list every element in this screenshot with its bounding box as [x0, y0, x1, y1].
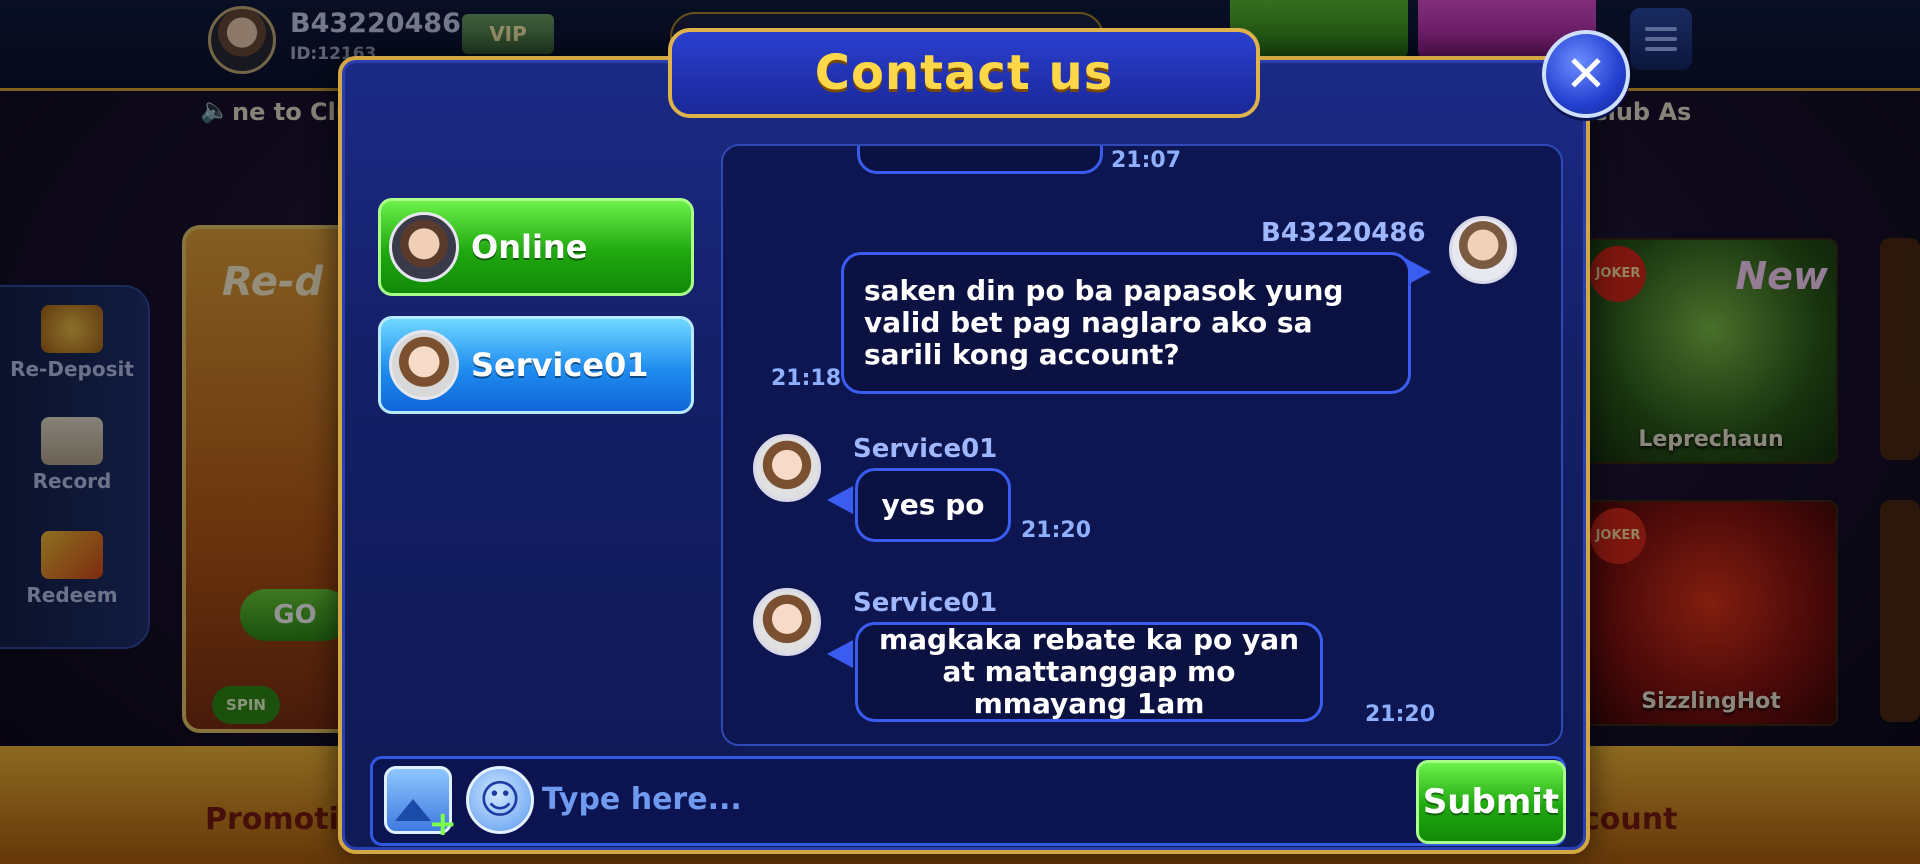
- chat-bubble-service: yes po: [855, 468, 1011, 542]
- emoji-icon: ☺: [479, 777, 521, 823]
- message-time: 21:07: [1111, 148, 1182, 173]
- bubble-tail: [827, 486, 853, 514]
- submit-button[interactable]: Submit: [1416, 760, 1566, 844]
- agent-avatar: [389, 330, 459, 400]
- agent-label: Online: [471, 228, 588, 266]
- chat-bubble-user: saken din po ba papasok yung valid bet p…: [841, 252, 1411, 394]
- service-avatar: [753, 434, 821, 502]
- modal-header: Contact us: [668, 28, 1260, 118]
- service-avatar: [753, 588, 821, 656]
- user-avatar: [1449, 216, 1517, 284]
- agent-online-button[interactable]: Online: [378, 198, 694, 296]
- message-text: yes po: [881, 488, 985, 521]
- message-sender: Service01: [853, 434, 998, 464]
- message-text: magkaka rebate ka po yan at mattanggap m…: [878, 623, 1300, 720]
- message-time: 21:20: [1365, 702, 1436, 727]
- modal-title: Contact us: [814, 45, 1114, 101]
- chat-panel[interactable]: 21:07 B43220486 saken din po ba papasok …: [721, 144, 1563, 746]
- agent-service01-button[interactable]: Service01: [378, 316, 694, 414]
- close-button[interactable]: ✕: [1542, 30, 1630, 118]
- message-time: 21:18: [771, 366, 842, 391]
- emoji-button[interactable]: ☺: [466, 766, 534, 834]
- message-input[interactable]: [540, 772, 1404, 826]
- close-icon: ✕: [1565, 45, 1607, 103]
- image-upload-button[interactable]: +: [384, 766, 457, 841]
- chat-bubble-partial: [857, 146, 1103, 174]
- message-sender: Service01: [853, 588, 998, 618]
- chat-bubble-service: magkaka rebate ka po yan at mattanggap m…: [855, 622, 1323, 722]
- message-time: 21:20: [1021, 518, 1092, 543]
- agent-headset-avatar: [389, 212, 459, 282]
- image-upload-icon: [395, 799, 431, 821]
- agent-label: Service01: [471, 346, 649, 384]
- bubble-tail: [827, 640, 853, 668]
- message-text: saken din po ba papasok yung valid bet p…: [864, 274, 1344, 371]
- message-sender: B43220486: [1261, 218, 1426, 248]
- plus-icon: +: [428, 804, 458, 844]
